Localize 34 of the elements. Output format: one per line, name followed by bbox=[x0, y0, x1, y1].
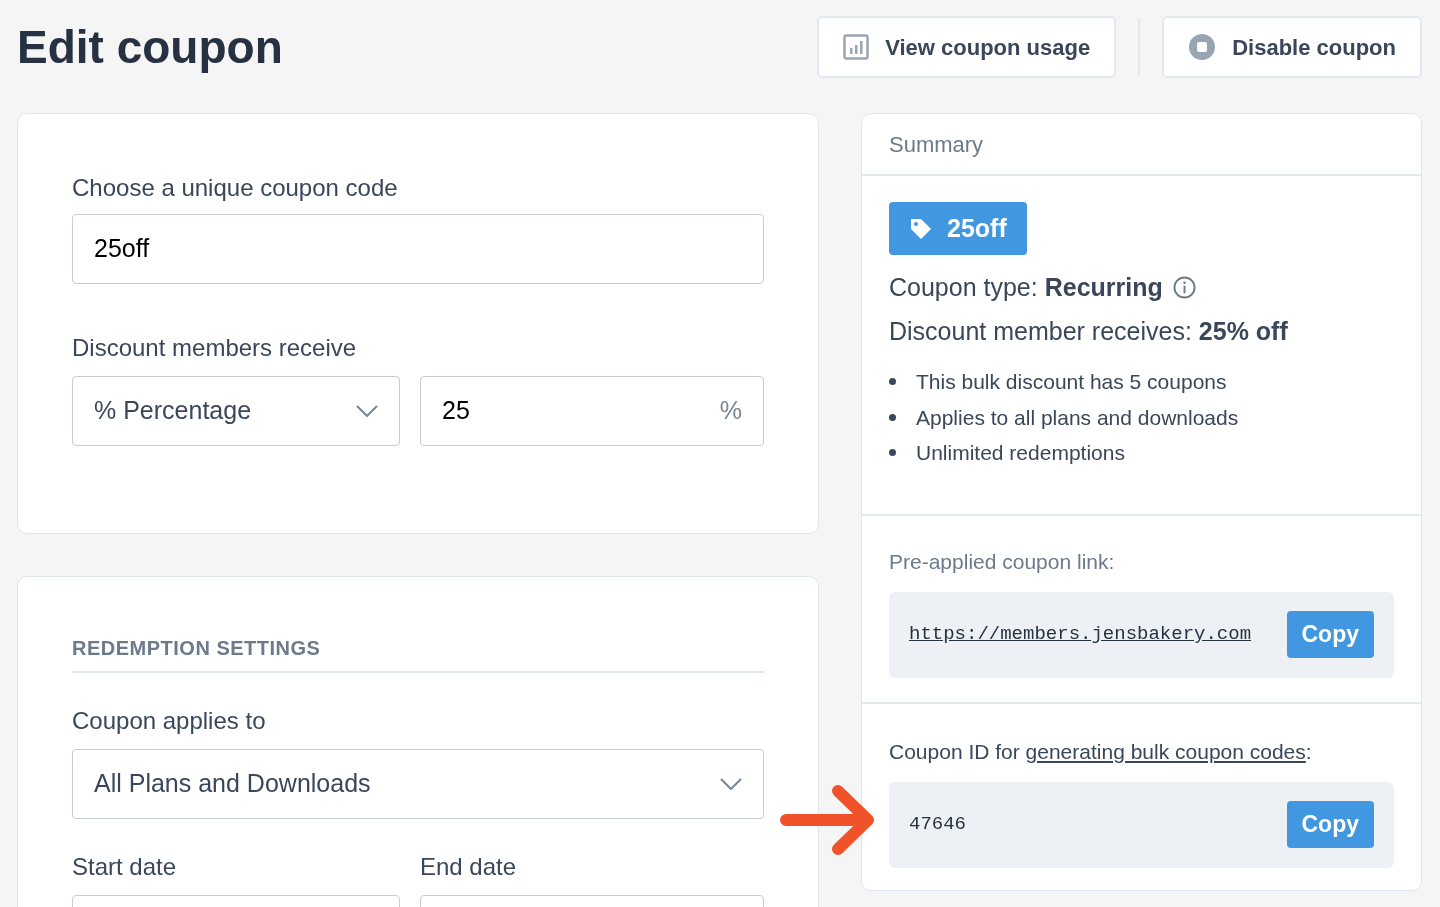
info-icon[interactable] bbox=[1172, 276, 1196, 300]
percent-suffix: % bbox=[719, 395, 742, 427]
bullet-icon bbox=[889, 378, 896, 386]
section-heading: REDEMPTION SETTINGS bbox=[72, 633, 764, 673]
bullet-icon bbox=[889, 449, 896, 457]
summary-item: This bulk discount has 5 coupons bbox=[916, 369, 1227, 395]
chevron-down-icon bbox=[720, 778, 742, 790]
field-label: Discount members receive bbox=[72, 333, 358, 363]
discount-type-select[interactable]: % Percentage bbox=[72, 376, 400, 446]
summary-item: Unlimited redemptions bbox=[916, 440, 1125, 466]
field-label: End date bbox=[420, 852, 518, 882]
summary-item: Applies to all plans and downloads bbox=[916, 404, 1239, 431]
coupon-link[interactable]: https://members.jensbakery.com bbox=[909, 620, 1252, 649]
view-usage-button[interactable]: View coupon usage bbox=[817, 16, 1117, 78]
coupon-code-field[interactable]: 25off bbox=[72, 214, 764, 284]
chevron-down-icon bbox=[356, 405, 378, 417]
field-label: Coupon ID for generating bulk coupon codes: bbox=[889, 739, 1313, 765]
bar-chart-icon bbox=[843, 34, 870, 60]
discount-amount-field[interactable]: 25 % bbox=[420, 376, 764, 446]
field-label: Choose a unique coupon code bbox=[72, 173, 399, 203]
card-title: Summary bbox=[889, 130, 984, 159]
discount-text: Discount member receives: 25% off bbox=[889, 315, 1289, 347]
coupon-type-text: Coupon type: Recurring bbox=[889, 272, 1163, 303]
coupon-id: 47646 bbox=[909, 812, 966, 838]
field-label: Start date bbox=[72, 852, 178, 882]
bullet-icon bbox=[889, 413, 896, 421]
disable-button[interactable]: Disable coupon bbox=[1162, 16, 1422, 78]
field-label: Coupon applies to bbox=[72, 706, 267, 736]
stop-icon bbox=[1188, 33, 1217, 61]
tag-icon bbox=[909, 216, 933, 241]
applies-to-select[interactable]: All Plans and Downloads bbox=[72, 749, 764, 819]
bulk-codes-link[interactable]: generating bulk coupon codes bbox=[1025, 740, 1306, 763]
coupon-code-badge: 25off bbox=[889, 202, 1027, 255]
field-label: Pre-applied coupon link: bbox=[889, 549, 1116, 575]
